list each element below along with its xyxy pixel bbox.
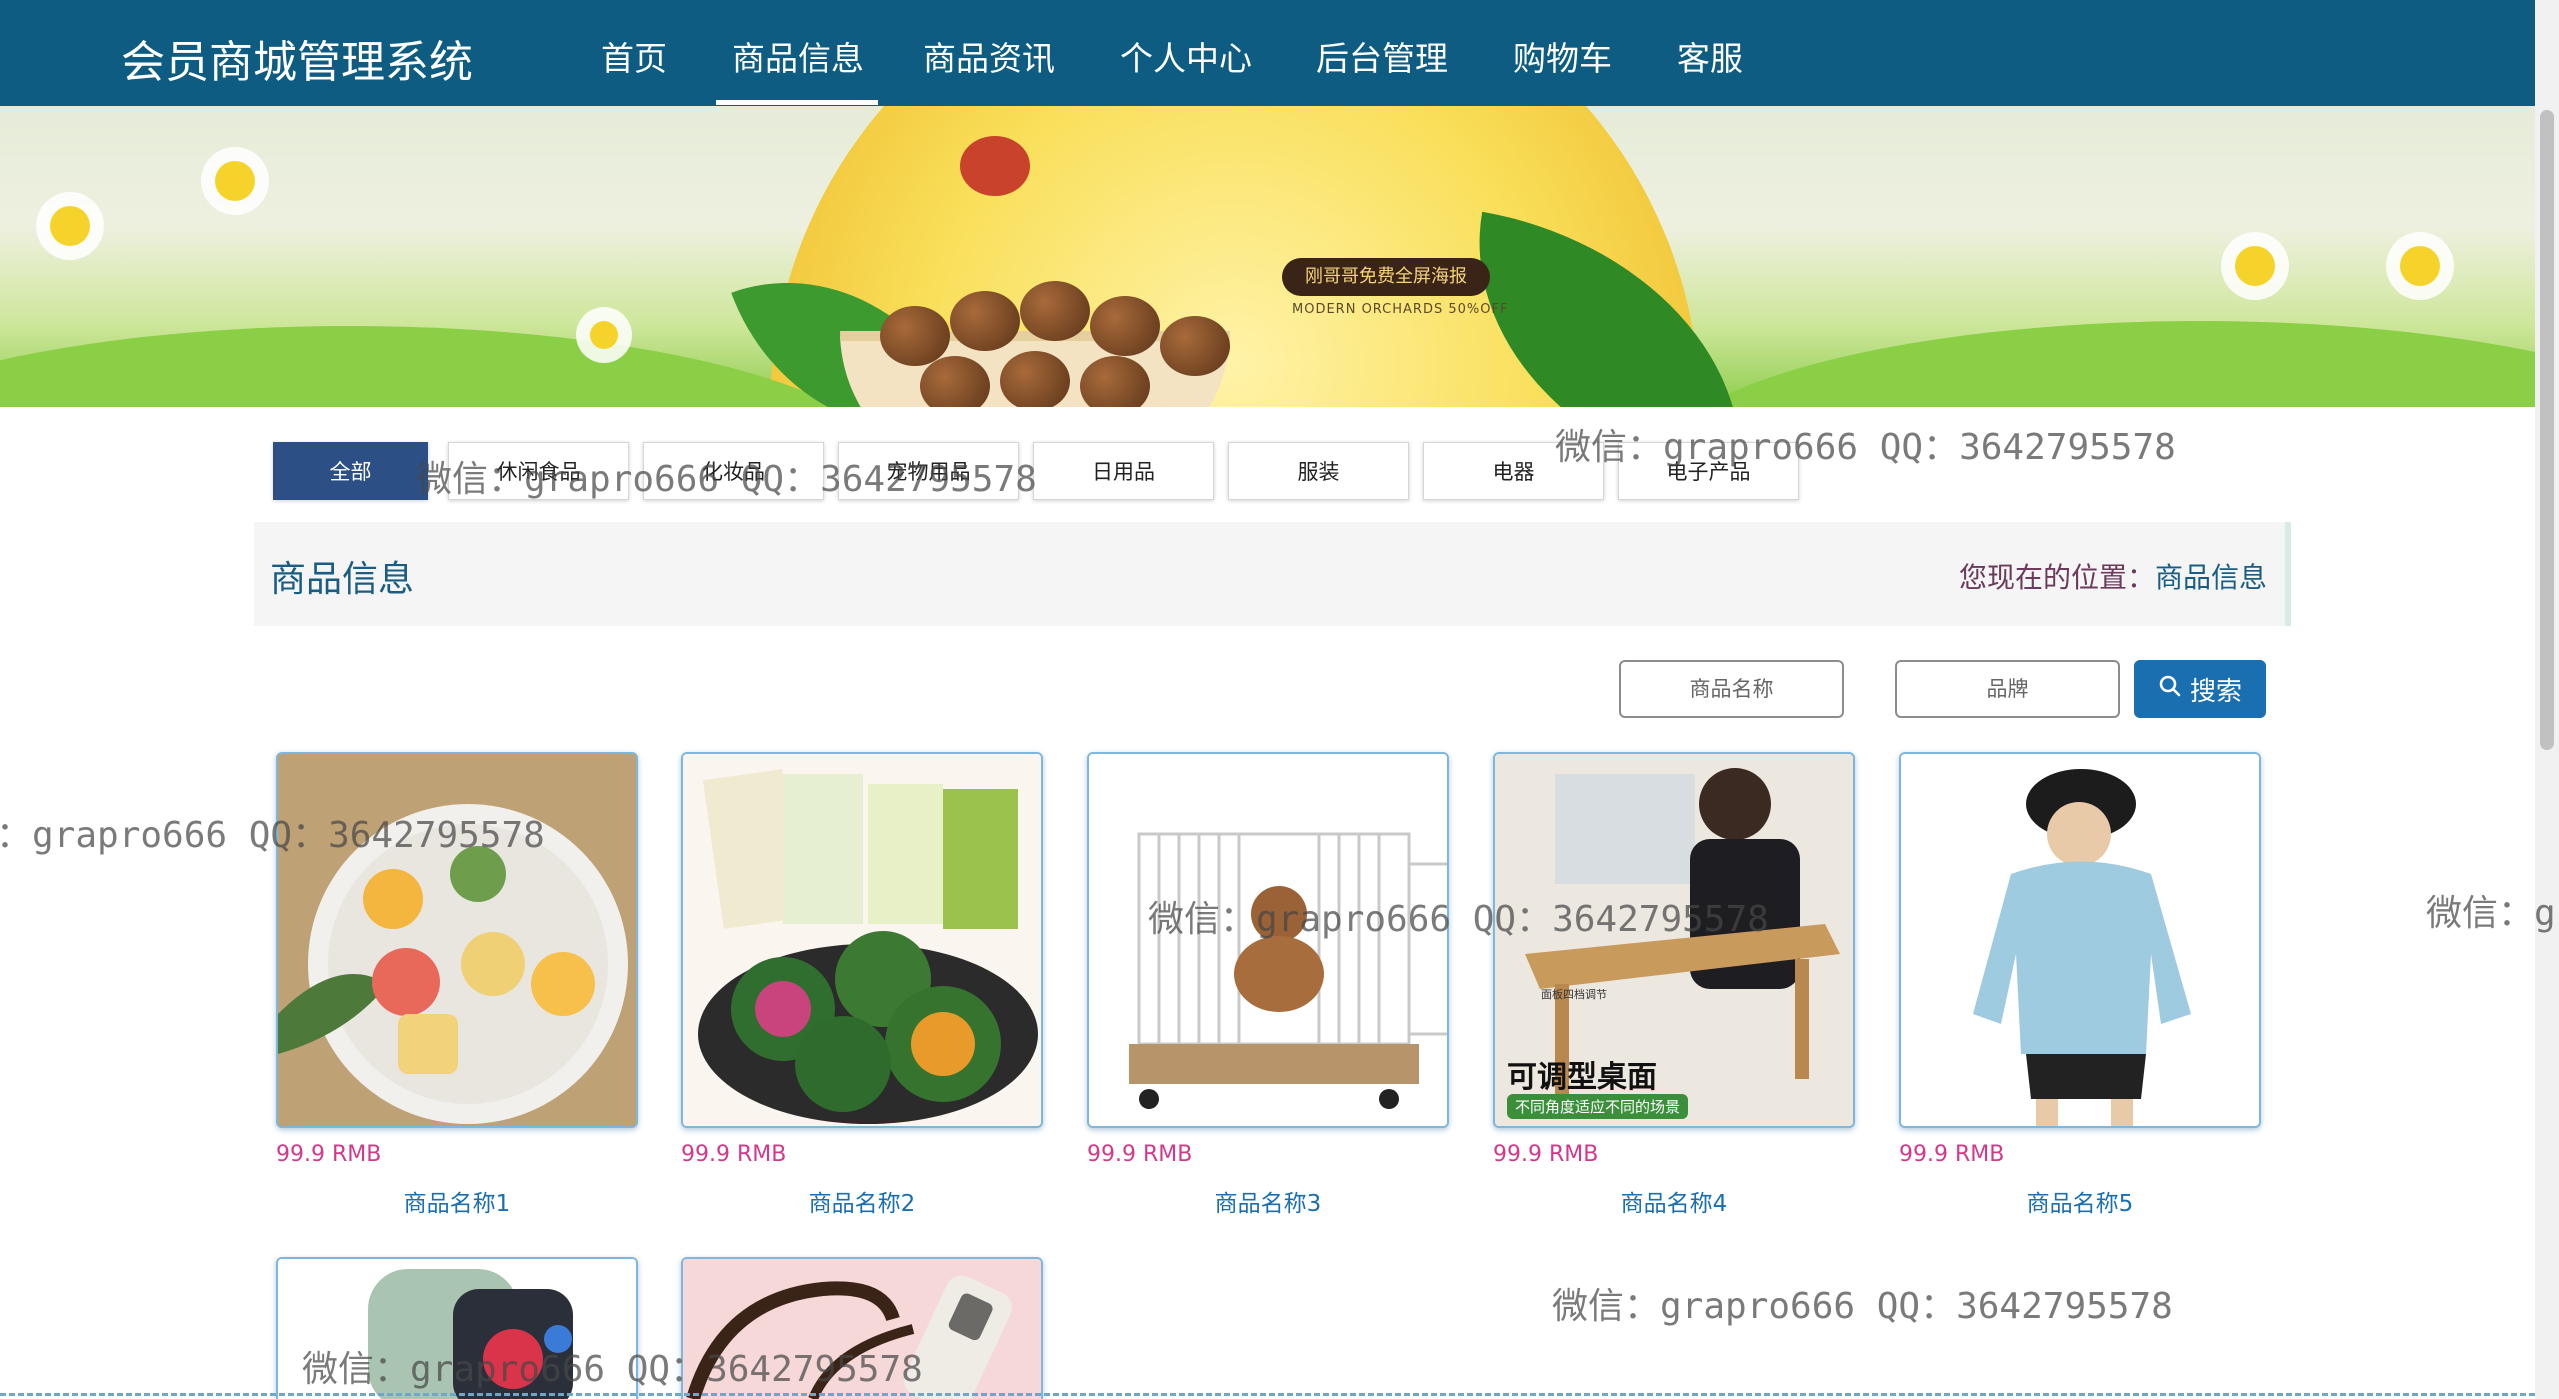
- breadcrumb-current[interactable]: 商品信息: [2155, 561, 2267, 594]
- product-overlay-title: 可调型桌面: [1507, 1060, 1657, 1095]
- product-name[interactable]: 商品名称2: [681, 1184, 1043, 1218]
- top-navbar: 会员商城管理系统 首页 商品信息 商品资讯 个人中心 后台管理 购物车 客服: [0, 0, 2535, 106]
- search-button-label: 搜索: [2189, 676, 2242, 707]
- product-price: 99.9 RMB: [1087, 1142, 1193, 1167]
- banner-tag: 刚哥哥免费全屏海报: [1282, 258, 1490, 296]
- product-name-search-input[interactable]: [1619, 660, 1844, 718]
- nav-product-news[interactable]: 商品资讯: [923, 32, 1055, 80]
- watermark: 微信：grapro666 QQ：3642795578: [302, 1349, 923, 1390]
- nav-customer-service[interactable]: 客服: [1677, 32, 1743, 80]
- banner-daisy: [2235, 246, 2275, 286]
- product-image-qingtuan[interactable]: [681, 752, 1043, 1128]
- banner-pecan: [950, 291, 1020, 351]
- banner-daisy: [2400, 246, 2440, 286]
- page-divider: [0, 1393, 2535, 1396]
- watermark: 微信：grapro666 QQ：3642795578: [416, 459, 1037, 500]
- banner-pecan: [1020, 281, 1090, 341]
- banner-grass-right: [1650, 321, 2535, 407]
- product-overlay-note: 面板四档调节: [1541, 988, 1607, 1001]
- scrollbar-thumb[interactable]: [2540, 110, 2554, 750]
- breadcrumb: 您现在的位置：商品信息: [1959, 556, 2267, 596]
- banner-pecan: [880, 306, 950, 366]
- banner-subtitle: MODERN ORCHARDS 50%OFF: [1292, 302, 1509, 317]
- nav-cart[interactable]: 购物车: [1513, 32, 1612, 80]
- category-daily-goods[interactable]: 日用品: [1033, 442, 1214, 500]
- banner-pecan: [1160, 316, 1230, 376]
- search-icon: [2158, 674, 2182, 705]
- product-price: 99.9 RMB: [276, 1142, 382, 1167]
- nav-active-indicator: [716, 100, 878, 105]
- banner-pecan: [920, 356, 990, 407]
- banner-pecan: [1080, 356, 1150, 407]
- product-name[interactable]: 商品名称1: [276, 1184, 638, 1218]
- banner-pecan: [1090, 296, 1160, 356]
- watermark: 微信：grapro666 QQ：3642795578: [1148, 899, 1769, 940]
- section-header: 商品信息 您现在的位置：商品信息: [254, 522, 2291, 626]
- banner-carousel[interactable]: 刚哥哥免费全屏海报 MODERN ORCHARDS 50%OFF: [0, 106, 2535, 407]
- product-price: 99.9 RMB: [1493, 1142, 1599, 1167]
- product-price: 99.9 RMB: [1899, 1142, 2005, 1167]
- nav-personal-center[interactable]: 个人中心: [1120, 32, 1252, 80]
- brand-search-input[interactable]: [1895, 660, 2120, 718]
- product-name[interactable]: 商品名称5: [1899, 1184, 2261, 1218]
- banner-pecan: [1000, 351, 1070, 407]
- product-name[interactable]: 商品名称3: [1087, 1184, 1449, 1218]
- product-overlay-subtitle: 不同角度适应不同的场景: [1507, 1094, 1689, 1119]
- banner-daisy: [50, 206, 90, 246]
- nav-home[interactable]: 首页: [601, 32, 667, 80]
- category-clothing[interactable]: 服装: [1228, 442, 1409, 500]
- banner-nut: [960, 136, 1030, 196]
- search-button[interactable]: 搜索: [2134, 660, 2266, 718]
- watermark: 微信：g: [2426, 893, 2556, 934]
- breadcrumb-prefix: 您现在的位置：: [1958, 561, 2155, 594]
- watermark: ：grapro666 QQ：3642795578: [0, 815, 545, 856]
- section-title: 商品信息: [270, 559, 415, 600]
- banner-daisy: [590, 321, 618, 349]
- app-title: 会员商城管理系统: [121, 37, 473, 88]
- product-image-hoodie[interactable]: [1899, 752, 2261, 1128]
- nav-product-info[interactable]: 商品信息: [732, 32, 864, 80]
- banner-daisy: [215, 161, 255, 201]
- watermark: 微信：grapro666 QQ：3642795578: [1555, 427, 2176, 468]
- nav-admin[interactable]: 后台管理: [1316, 32, 1448, 80]
- product-name[interactable]: 商品名称4: [1493, 1184, 1855, 1218]
- category-all[interactable]: 全部: [273, 442, 428, 500]
- watermark: 微信：grapro666 QQ：3642795578: [1552, 1286, 2173, 1327]
- product-price: 99.9 RMB: [681, 1142, 787, 1167]
